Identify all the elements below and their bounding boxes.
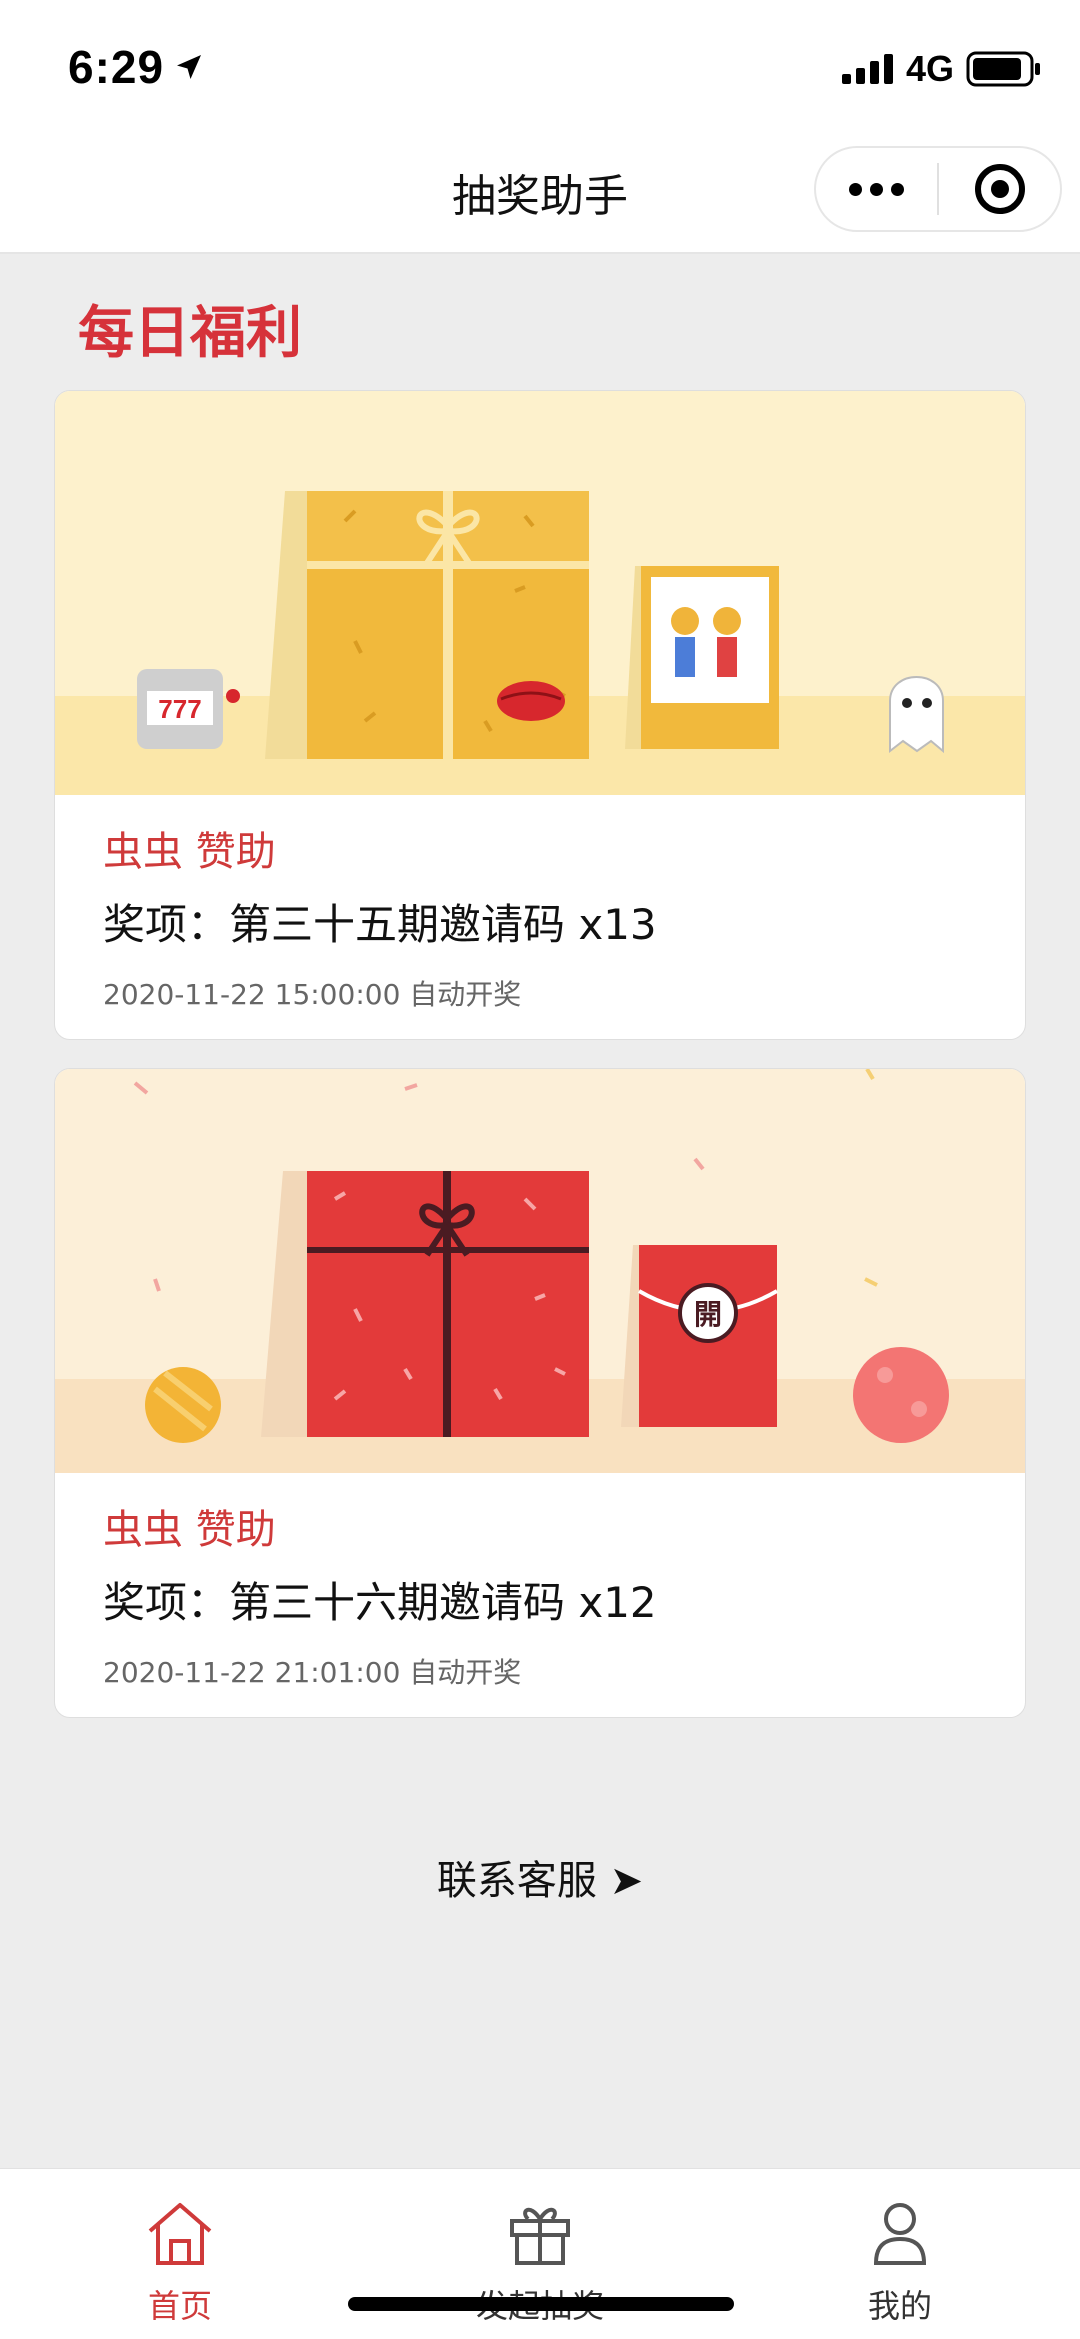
card-prize: 奖项：第三十五期邀请码 x13 <box>103 900 657 949</box>
tab-home[interactable]: 首页 <box>0 2169 360 2339</box>
target-icon <box>974 164 1025 214</box>
network-label: 4G <box>905 48 954 89</box>
more-button[interactable] <box>816 146 937 232</box>
card-sponsor: 虫虫 赞助 <box>103 829 276 875</box>
gift-box-illustration: 777 <box>55 391 1025 795</box>
user-icon <box>873 2203 927 2265</box>
card-banner-red-gift: 開 <box>55 1069 1025 1473</box>
tab-home-label: 首页 <box>147 2287 212 2325</box>
status-bar: 6:29 4G <box>0 0 1080 130</box>
lottery-card[interactable]: 777 虫虫 赞助 奖项：第三十五期邀请码 x13 2020-11-22 15:… <box>54 390 1026 1040</box>
card-sponsor: 虫虫 赞助 <box>103 1507 276 1553</box>
status-time: 6:29 <box>68 40 204 94</box>
section-title: 每日福利 <box>78 301 302 366</box>
card-draw-time: 2020-11-22 15:00:00 自动开奖 <box>103 978 522 1011</box>
nav-bar: 抽奖助手 <box>0 130 1080 254</box>
mini-program-capsule <box>814 146 1062 232</box>
gift-icon <box>510 2207 570 2265</box>
status-indicators: 4G <box>841 48 1042 90</box>
home-icon <box>148 2203 212 2265</box>
lottery-card[interactable]: 開 虫虫 赞助 奖项：第三十六期邀请码 x12 2020-11-22 21:01… <box>54 1068 1026 1718</box>
location-arrow-icon <box>177 55 202 79</box>
home-indicator <box>348 2297 734 2311</box>
tab-mine[interactable]: 我的 <box>720 2169 1080 2339</box>
card-draw-time: 2020-11-22 21:01:00 自动开奖 <box>103 1656 522 1689</box>
gift-box-illustration: 開 <box>55 1069 1025 1473</box>
contact-support-link[interactable]: 联系客服 ➤ <box>0 1848 1080 1906</box>
tab-bar: 首页 发起抽奖 我的 <box>0 2168 1080 2339</box>
svg-text:777: 777 <box>158 694 201 724</box>
close-mini-program-button[interactable] <box>939 146 1060 232</box>
tab-mine-label: 我的 <box>867 2287 932 2325</box>
tab-create-lottery[interactable]: 发起抽奖 <box>360 2169 720 2339</box>
card-banner-yellow-gift: 777 <box>55 391 1025 795</box>
status-time-text: 6:29 <box>68 41 165 93</box>
more-dots-icon <box>849 182 905 196</box>
signal-icon <box>841 54 893 84</box>
svg-text:開: 開 <box>694 1298 722 1331</box>
card-prize: 奖项：第三十六期邀请码 x12 <box>103 1578 657 1627</box>
battery-icon <box>966 51 1040 87</box>
